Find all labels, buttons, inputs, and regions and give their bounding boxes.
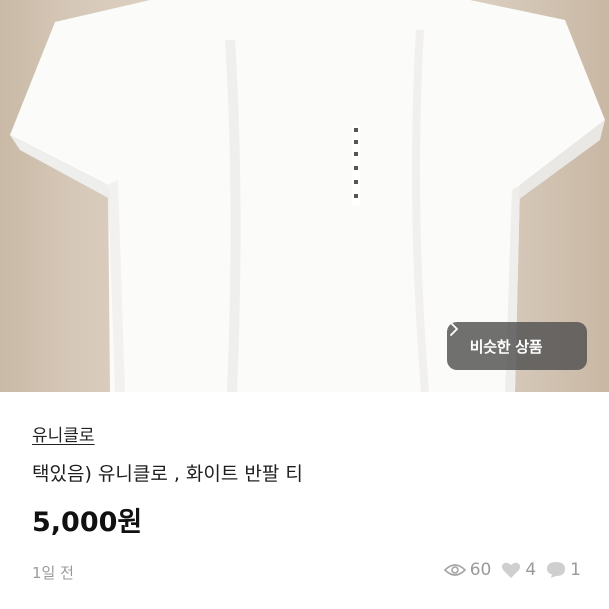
similar-items-button[interactable]: 비슷한 상품: [447, 322, 587, 370]
heart-icon: [501, 561, 521, 579]
product-stats: 60 4 1: [443, 560, 581, 580]
chevron-right-icon: [450, 322, 564, 353]
views-count: 60: [469, 560, 492, 580]
likes-stat: 4: [501, 560, 536, 580]
product-price: 5,000원: [32, 507, 143, 538]
shop-name-link[interactable]: 유니클로: [32, 421, 95, 446]
product-title: 택있음) 유니클로 , 화이트 반팔 티: [32, 463, 303, 485]
chat-bubble-icon: [546, 561, 566, 579]
eye-icon: [443, 562, 466, 578]
similar-items-label: 비슷한 상품: [469, 337, 543, 356]
views-stat: 60: [443, 560, 492, 580]
likes-count: 4: [525, 560, 537, 580]
chats-count: 1: [570, 560, 581, 580]
product-image[interactable]: 비슷한 상품: [0, 0, 609, 392]
posted-time: 1일 전: [32, 564, 74, 582]
chats-stat: 1: [546, 560, 581, 580]
